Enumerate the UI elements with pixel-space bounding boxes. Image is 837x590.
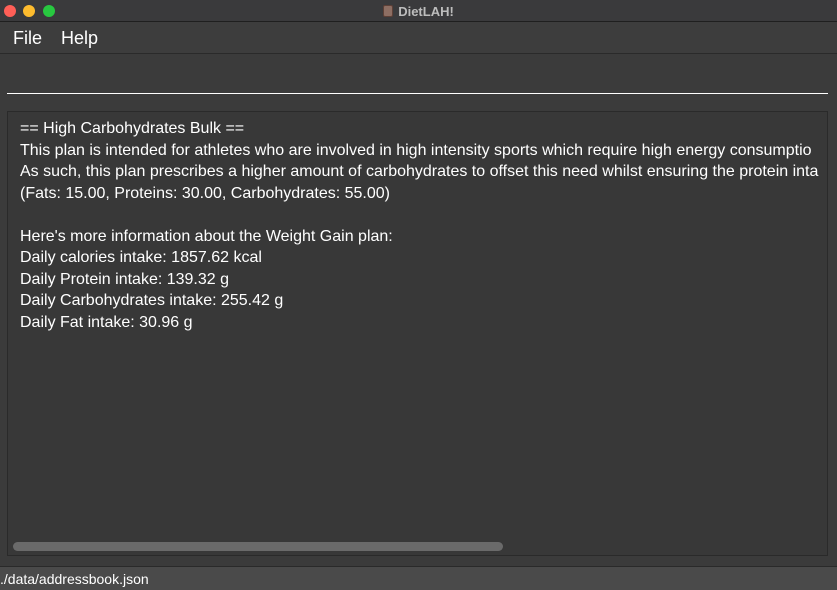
result-line: Daily Protein intake: 139.32 g [20,270,230,288]
menu-bar: File Help [0,22,837,54]
result-line: Daily Fat intake: 30.96 g [20,313,193,331]
result-line: (Fats: 15.00, Proteins: 30.00, Carbohydr… [20,184,390,202]
save-location-label: ./data/addressbook.json [0,571,149,587]
horizontal-scrollbar[interactable] [13,542,503,551]
result-line: This plan is intended for athletes who a… [20,141,812,159]
status-bar: ./data/addressbook.json [0,566,837,590]
result-line: Here's more information about the Weight… [20,227,393,245]
app-icon [383,5,394,17]
menu-file[interactable]: File [13,28,42,49]
result-line: As such, this plan prescribes a higher a… [20,163,819,180]
result-line: Daily Carbohydrates intake: 255.42 g [20,292,284,309]
title-bar: DietLAH! [0,0,837,22]
result-line: Daily calories intake: 1857.62 kcal [20,249,262,266]
window-title: DietLAH! [398,3,454,19]
window-title-group: DietLAH! [0,0,837,22]
command-box-container [0,54,837,102]
result-line: == High Carbohydrates Bulk == [20,120,245,137]
command-input[interactable] [7,62,828,94]
result-display[interactable]: == High Carbohydrates Bulk == This plan … [7,111,828,556]
menu-help[interactable]: Help [61,28,98,49]
result-text: == High Carbohydrates Bulk == This plan … [20,118,818,333]
